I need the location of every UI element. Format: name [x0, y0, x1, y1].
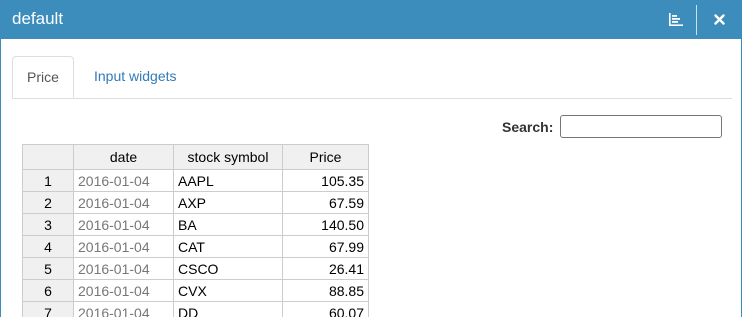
search-label: Search:: [502, 119, 554, 135]
row-index: 6: [22, 279, 74, 302]
row-index: 3: [22, 213, 74, 236]
symbol-cell[interactable]: CSCO: [173, 257, 283, 280]
price-cell[interactable]: 67.59: [282, 191, 369, 214]
chart-button[interactable]: [656, 0, 696, 39]
date-cell[interactable]: 2016-01-04: [73, 235, 174, 258]
table-row: 1 2016-01-04 AAPL 105.35: [22, 169, 369, 192]
symbol-cell[interactable]: DD: [173, 301, 283, 317]
tab-input-widgets[interactable]: Input widgets: [94, 56, 177, 97]
table-row: 3 2016-01-04 BA 140.50: [22, 213, 369, 236]
symbol-cell[interactable]: AAPL: [173, 169, 283, 192]
close-icon: [713, 14, 725, 25]
price-cell[interactable]: 88.85: [282, 279, 369, 302]
symbol-cell[interactable]: CVX: [173, 279, 283, 302]
close-button[interactable]: [699, 0, 739, 39]
column-header-index: [22, 144, 74, 170]
date-cell[interactable]: 2016-01-04: [73, 169, 174, 192]
row-index: 4: [22, 235, 74, 258]
date-cell[interactable]: 2016-01-04: [73, 301, 174, 317]
row-index: 7: [22, 301, 74, 317]
symbol-cell[interactable]: BA: [173, 213, 283, 236]
tab-price[interactable]: Price: [12, 56, 74, 98]
price-cell[interactable]: 60.07: [282, 301, 369, 317]
table-header-row: date stock symbol Price: [22, 144, 369, 170]
column-header-date[interactable]: date: [73, 144, 174, 170]
date-cell[interactable]: 2016-01-04: [73, 257, 174, 280]
date-cell[interactable]: 2016-01-04: [73, 279, 174, 302]
symbol-cell[interactable]: AXP: [173, 191, 283, 214]
price-cell[interactable]: 105.35: [282, 169, 369, 192]
date-cell[interactable]: 2016-01-04: [73, 213, 174, 236]
price-cell[interactable]: 26.41: [282, 257, 369, 280]
table-row: 6 2016-01-04 CVX 88.85: [22, 279, 369, 302]
table-row: 2 2016-01-04 AXP 67.59: [22, 191, 369, 214]
price-cell[interactable]: 67.99: [282, 235, 369, 258]
price-cell[interactable]: 140.50: [282, 213, 369, 236]
column-header-price[interactable]: Price: [282, 144, 369, 170]
search-input[interactable]: [560, 115, 722, 138]
title-bar: default: [1, 0, 741, 39]
date-cell[interactable]: 2016-01-04: [73, 191, 174, 214]
row-index: 2: [22, 191, 74, 214]
window-title: default: [12, 9, 64, 28]
column-header-stock-symbol[interactable]: stock symbol: [173, 144, 283, 170]
tab-bar: Price Input widgets: [12, 56, 732, 99]
app-window: default Price Input widgets Search: date…: [0, 0, 742, 317]
row-index: 1: [22, 169, 74, 192]
table-row: 7 2016-01-04 DD 60.07: [22, 301, 369, 317]
table-row: 4 2016-01-04 CAT 67.99: [22, 235, 369, 258]
bar-chart-icon: [669, 13, 683, 26]
titlebar-divider: [696, 5, 697, 35]
row-index: 5: [22, 257, 74, 280]
table-row: 5 2016-01-04 CSCO 26.41: [22, 257, 369, 280]
data-table: date stock symbol Price 1 2016-01-04 AAP…: [22, 144, 369, 317]
symbol-cell[interactable]: CAT: [173, 235, 283, 258]
